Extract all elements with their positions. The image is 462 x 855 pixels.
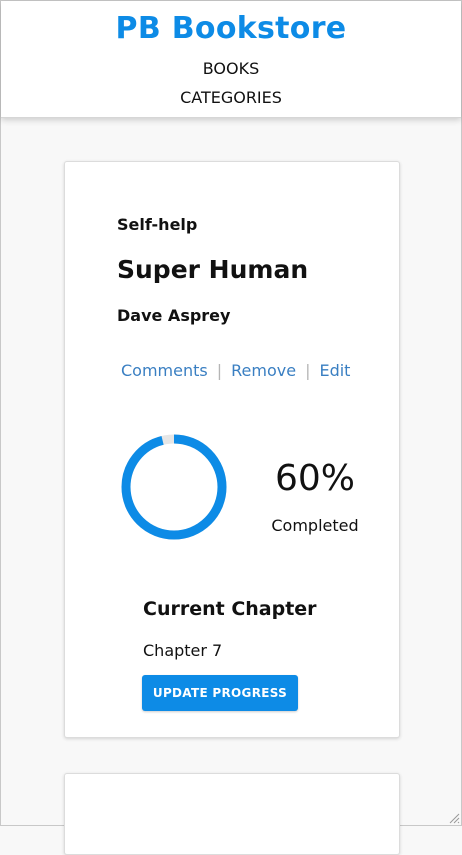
book-card [64,773,400,855]
comments-link[interactable]: Comments [121,361,208,380]
remove-link[interactable]: Remove [231,361,296,380]
book-title: Super Human [117,255,309,284]
nav-categories-link[interactable]: CATEGORIES [1,88,461,107]
progress-ring-fill [121,434,227,540]
current-chapter-heading: Current Chapter [143,598,317,620]
update-progress-button[interactable]: UPDATE PROGRESS [142,675,298,711]
progress-percent: 60% [274,458,355,499]
progress-ring [121,434,227,540]
progress-status: Completed [271,516,359,535]
book-actions: Comments | Remove | Edit [121,361,350,380]
edit-link[interactable]: Edit [319,361,350,380]
app-header: PB Bookstore BOOKS CATEGORIES [1,1,461,118]
book-card: Self-help Super Human Dave Asprey Commen… [64,161,400,738]
resize-grip-icon[interactable] [448,812,460,824]
nav-books-link[interactable]: BOOKS [1,59,461,78]
book-author: Dave Asprey [117,306,231,325]
book-category: Self-help [117,215,198,234]
action-separator: | [216,361,223,380]
current-chapter-value: Chapter 7 [143,641,223,660]
action-separator: | [305,361,311,380]
brand-title[interactable]: PB Bookstore [1,11,461,46]
